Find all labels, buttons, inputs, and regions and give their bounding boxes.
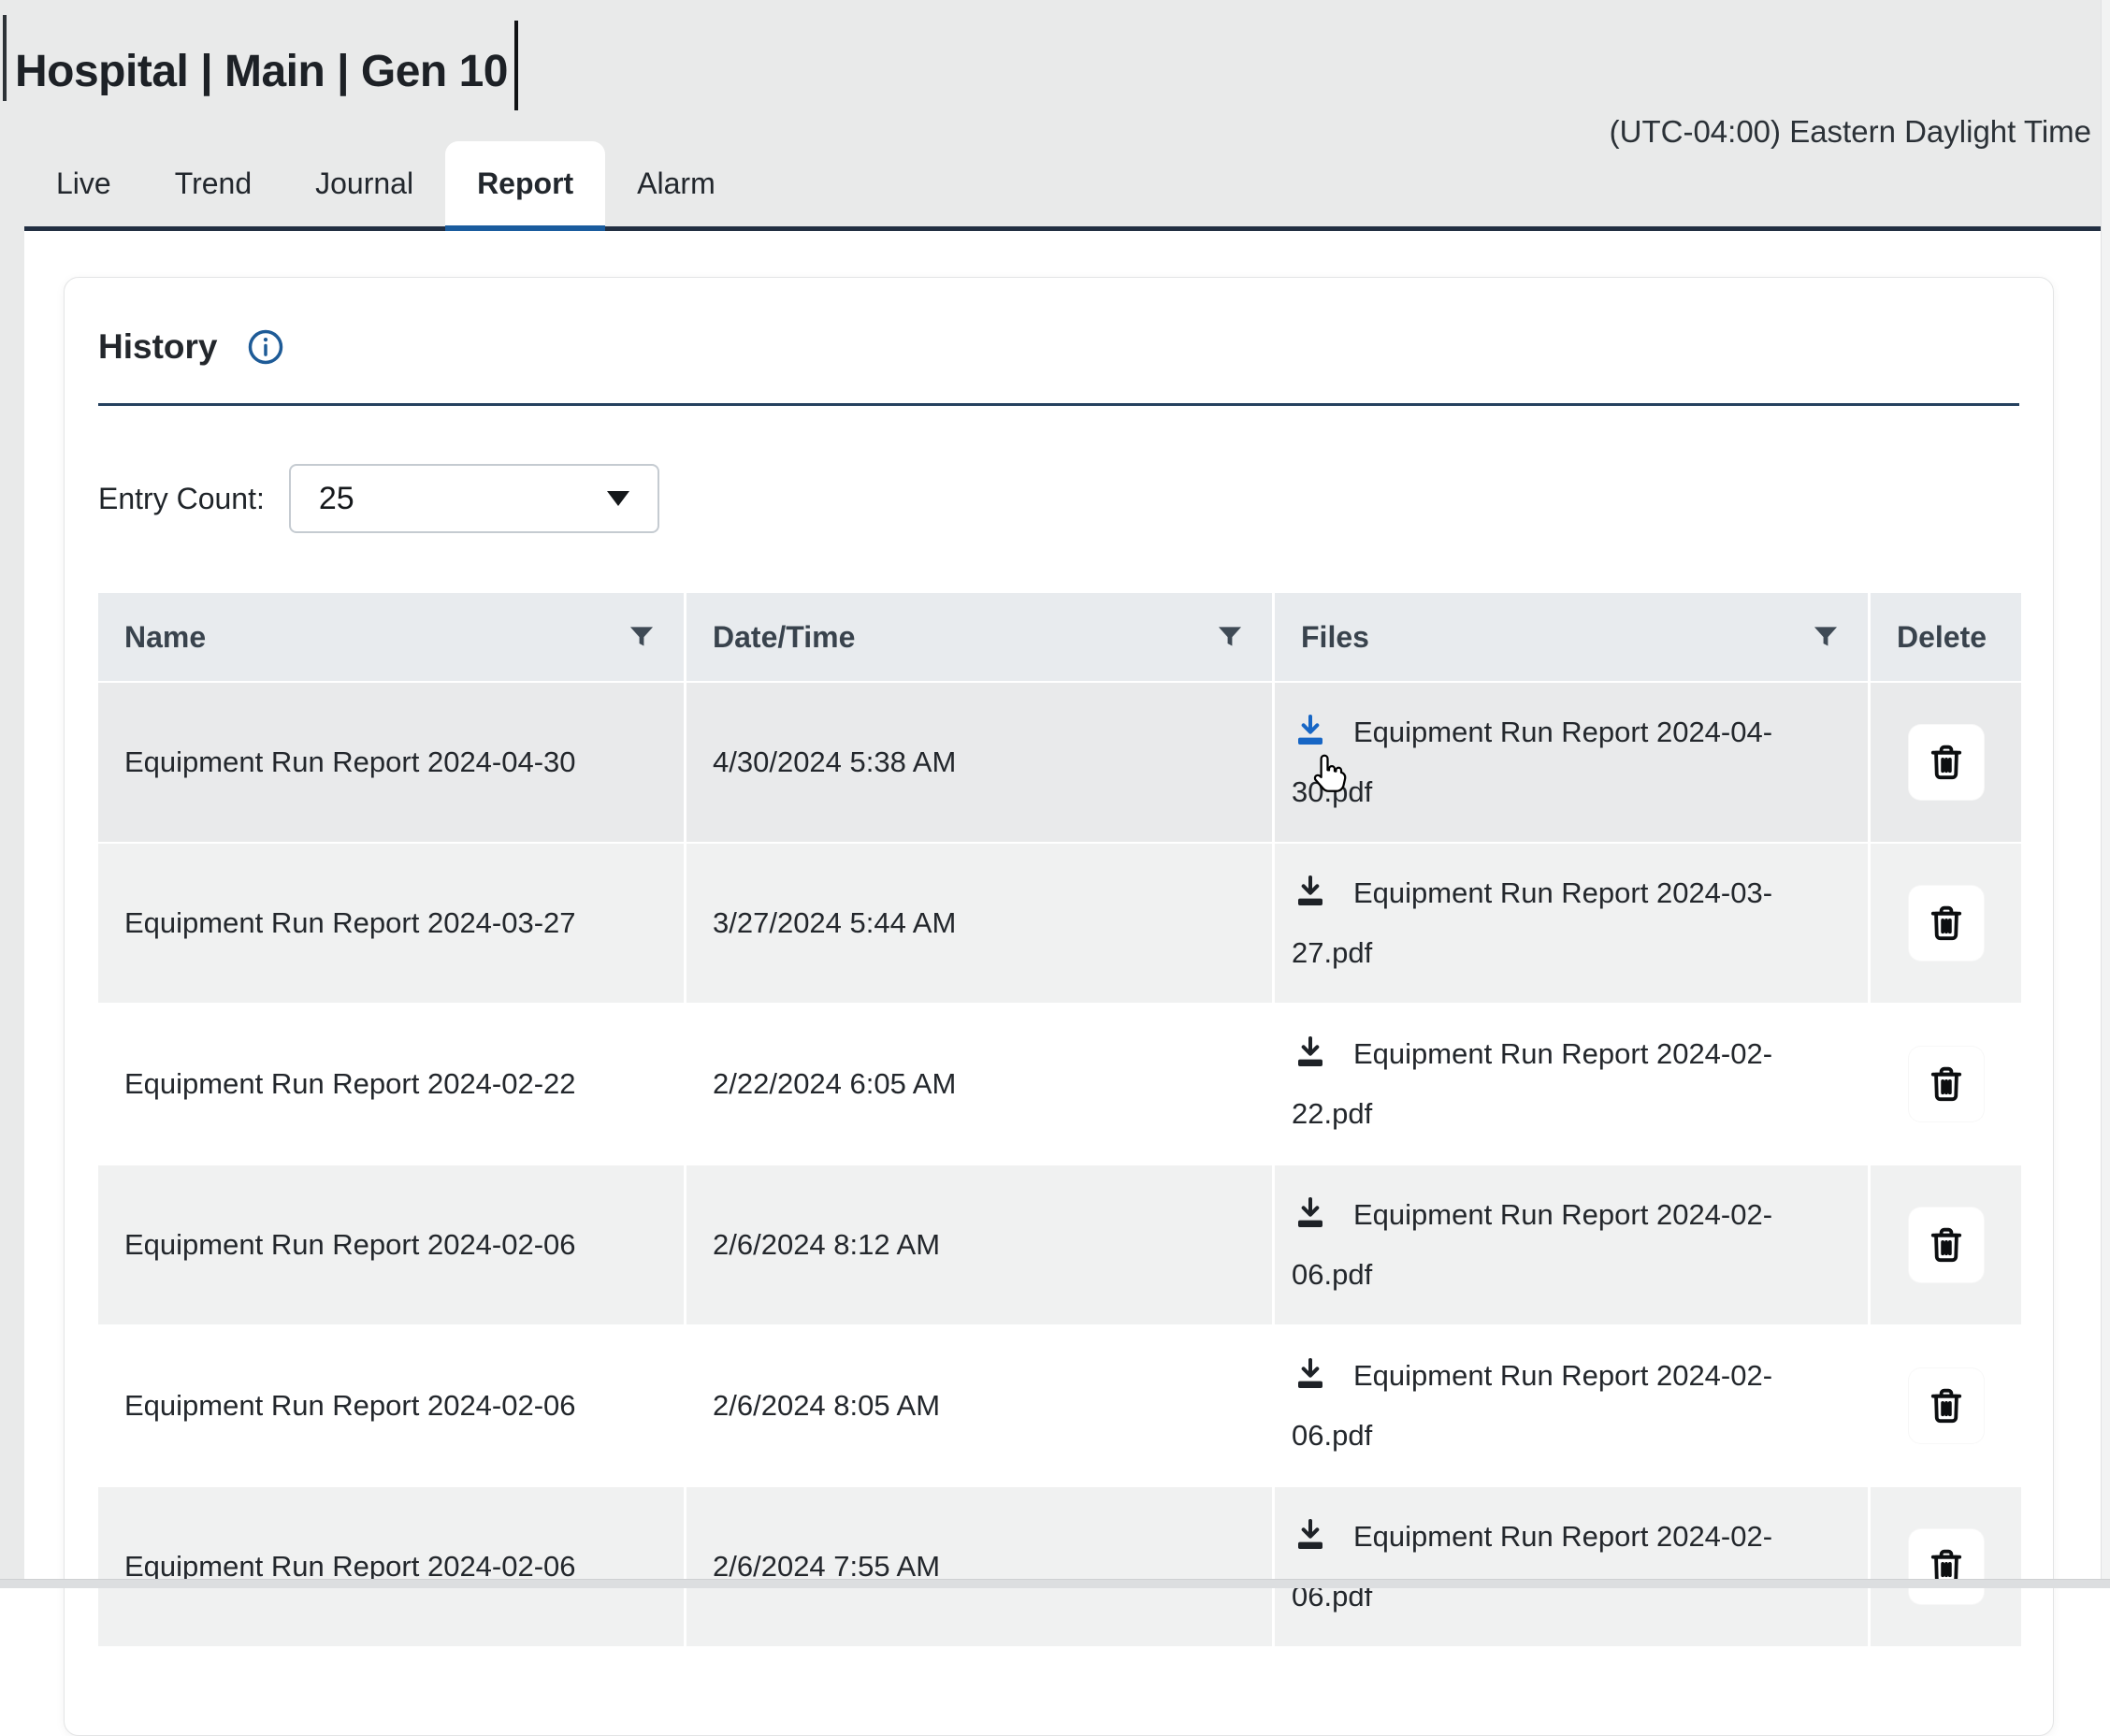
- column-label: Date/Time: [713, 620, 1214, 655]
- tab-trend[interactable]: Trend: [143, 141, 283, 226]
- column-header-delete: Delete: [1871, 593, 2021, 681]
- report-name-cell: Equipment Run Report 2024-04-30: [98, 683, 684, 842]
- report-delete-cell: [1871, 844, 2021, 1003]
- report-delete-cell: [1871, 1005, 2021, 1164]
- file-download-link[interactable]: Equipment Run Report 2024-04-30.pdf: [1292, 702, 1808, 822]
- tab-live[interactable]: Live: [24, 141, 143, 226]
- report-delete-cell: [1871, 683, 2021, 842]
- delete-button[interactable]: [1908, 1528, 1985, 1605]
- history-card: History Entry Count: 25: [64, 277, 2054, 1736]
- column-label: Delete: [1897, 620, 1995, 655]
- vertical-scrollbar[interactable]: [2101, 0, 2110, 1588]
- report-files-cell: Equipment Run Report 2024-02-06.pdf: [1275, 1487, 1868, 1646]
- page-title-text: Hospital | Main | Gen 10: [15, 47, 508, 96]
- file-name: Equipment Run Report 2024-02-06.pdf: [1292, 1198, 1772, 1291]
- download-icon: [1292, 873, 1329, 910]
- table-row: Equipment Run Report 2024-02-06 2/6/2024…: [98, 1487, 2019, 1646]
- delete-button[interactable]: [1908, 1046, 1985, 1122]
- report-datetime-cell: 2/6/2024 8:12 AM: [686, 1165, 1272, 1324]
- file-download-link[interactable]: Equipment Run Report 2024-02-06.pdf: [1292, 1185, 1808, 1305]
- tab-journal[interactable]: Journal: [283, 141, 445, 226]
- horizontal-scrollbar[interactable]: [0, 1579, 2110, 1588]
- file-download-link[interactable]: Equipment Run Report 2024-02-06.pdf: [1292, 1507, 1808, 1627]
- download-icon: [1292, 712, 1329, 749]
- report-delete-cell: [1871, 1326, 2021, 1485]
- card-header: History: [98, 326, 2019, 368]
- file-name: Equipment Run Report 2024-02-06.pdf: [1292, 1359, 1772, 1452]
- column-header-files: Files: [1275, 593, 1868, 681]
- history-heading: History: [98, 327, 217, 367]
- info-icon[interactable]: [245, 326, 286, 368]
- column-label: Name: [124, 620, 626, 655]
- file-download-link[interactable]: Equipment Run Report 2024-02-22.pdf: [1292, 1024, 1808, 1144]
- report-files-cell: Equipment Run Report 2024-03-27.pdf: [1275, 844, 1868, 1003]
- report-name-cell: Equipment Run Report 2024-03-27: [98, 844, 684, 1003]
- tab-alarm[interactable]: Alarm: [605, 141, 747, 226]
- tab-report[interactable]: Report: [445, 141, 605, 226]
- report-datetime-cell: 2/6/2024 8:05 AM: [686, 1326, 1272, 1485]
- delete-button[interactable]: [1908, 1367, 1985, 1444]
- report-datetime-cell: 4/30/2024 5:38 AM: [686, 683, 1272, 842]
- page-title-input[interactable]: Hospital | Main | Gen 10: [15, 21, 518, 110]
- section-divider: [98, 403, 2019, 406]
- table-row: Equipment Run Report 2024-02-22 2/22/202…: [98, 1005, 2019, 1164]
- report-datetime-cell: 2/6/2024 7:55 AM: [686, 1487, 1272, 1646]
- file-name: Equipment Run Report 2024-02-22.pdf: [1292, 1037, 1772, 1130]
- file-name: Equipment Run Report 2024-03-27.pdf: [1292, 876, 1772, 969]
- text-cursor: [514, 21, 518, 110]
- table-row: Equipment Run Report 2024-02-06 2/6/2024…: [98, 1165, 2019, 1324]
- report-delete-cell: [1871, 1165, 2021, 1324]
- download-icon: [1292, 1516, 1329, 1554]
- report-files-cell: Equipment Run Report 2024-04-30.pdf: [1275, 683, 1868, 842]
- filter-funnel-icon[interactable]: [626, 621, 658, 653]
- entry-count-value: 25: [319, 481, 607, 517]
- caret-down-icon: [607, 491, 629, 506]
- report-datetime-cell: 2/22/2024 6:05 AM: [686, 1005, 1272, 1164]
- history-table: Name Date/Time Files: [98, 593, 2019, 1646]
- file-download-link[interactable]: Equipment Run Report 2024-02-06.pdf: [1292, 1346, 1808, 1466]
- report-files-cell: Equipment Run Report 2024-02-06.pdf: [1275, 1326, 1868, 1485]
- report-name-cell: Equipment Run Report 2024-02-06: [98, 1487, 684, 1646]
- window-edge-artifact: [3, 15, 7, 101]
- file-name: Equipment Run Report 2024-02-06.pdf: [1292, 1520, 1772, 1613]
- app-window: Hospital | Main | Gen 10 (UTC-04:00) Eas…: [0, 0, 2110, 1588]
- top-header: Hospital | Main | Gen 10 (UTC-04:00) Eas…: [0, 0, 2110, 231]
- delete-button[interactable]: [1908, 724, 1985, 801]
- download-icon: [1292, 1194, 1329, 1232]
- report-delete-cell: [1871, 1487, 2021, 1646]
- table-header-row: Name Date/Time Files: [98, 593, 2019, 681]
- delete-button[interactable]: [1908, 1207, 1985, 1283]
- download-icon: [1292, 1355, 1329, 1393]
- left-edge-strip: [0, 231, 24, 1588]
- report-name-cell: Equipment Run Report 2024-02-22: [98, 1005, 684, 1164]
- content-area: History Entry Count: 25: [0, 231, 2110, 1588]
- file-name: Equipment Run Report 2024-04-30.pdf: [1292, 716, 1772, 808]
- table-row: Equipment Run Report 2024-04-30 4/30/202…: [98, 683, 2019, 842]
- filter-funnel-icon[interactable]: [1810, 621, 1842, 653]
- file-download-link[interactable]: Equipment Run Report 2024-03-27.pdf: [1292, 863, 1808, 983]
- delete-button[interactable]: [1908, 885, 1985, 962]
- report-files-cell: Equipment Run Report 2024-02-22.pdf: [1275, 1005, 1868, 1164]
- report-files-cell: Equipment Run Report 2024-02-06.pdf: [1275, 1165, 1868, 1324]
- report-name-cell: Equipment Run Report 2024-02-06: [98, 1326, 684, 1485]
- filter-funnel-icon[interactable]: [1214, 621, 1246, 653]
- table-row: Equipment Run Report 2024-03-27 3/27/202…: [98, 844, 2019, 1003]
- tab-bar: Live Trend Journal Report Alarm: [24, 141, 2101, 231]
- download-icon: [1292, 1034, 1329, 1071]
- table-row: Equipment Run Report 2024-02-06 2/6/2024…: [98, 1326, 2019, 1485]
- report-datetime-cell: 3/27/2024 5:44 AM: [686, 844, 1272, 1003]
- column-header-datetime: Date/Time: [686, 593, 1272, 681]
- entry-count-label: Entry Count:: [98, 482, 265, 516]
- entry-count-select[interactable]: 25: [289, 464, 659, 533]
- column-label: Files: [1301, 620, 1810, 655]
- report-name-cell: Equipment Run Report 2024-02-06: [98, 1165, 684, 1324]
- entry-count-row: Entry Count: 25: [98, 464, 2019, 533]
- column-header-name: Name: [98, 593, 684, 681]
